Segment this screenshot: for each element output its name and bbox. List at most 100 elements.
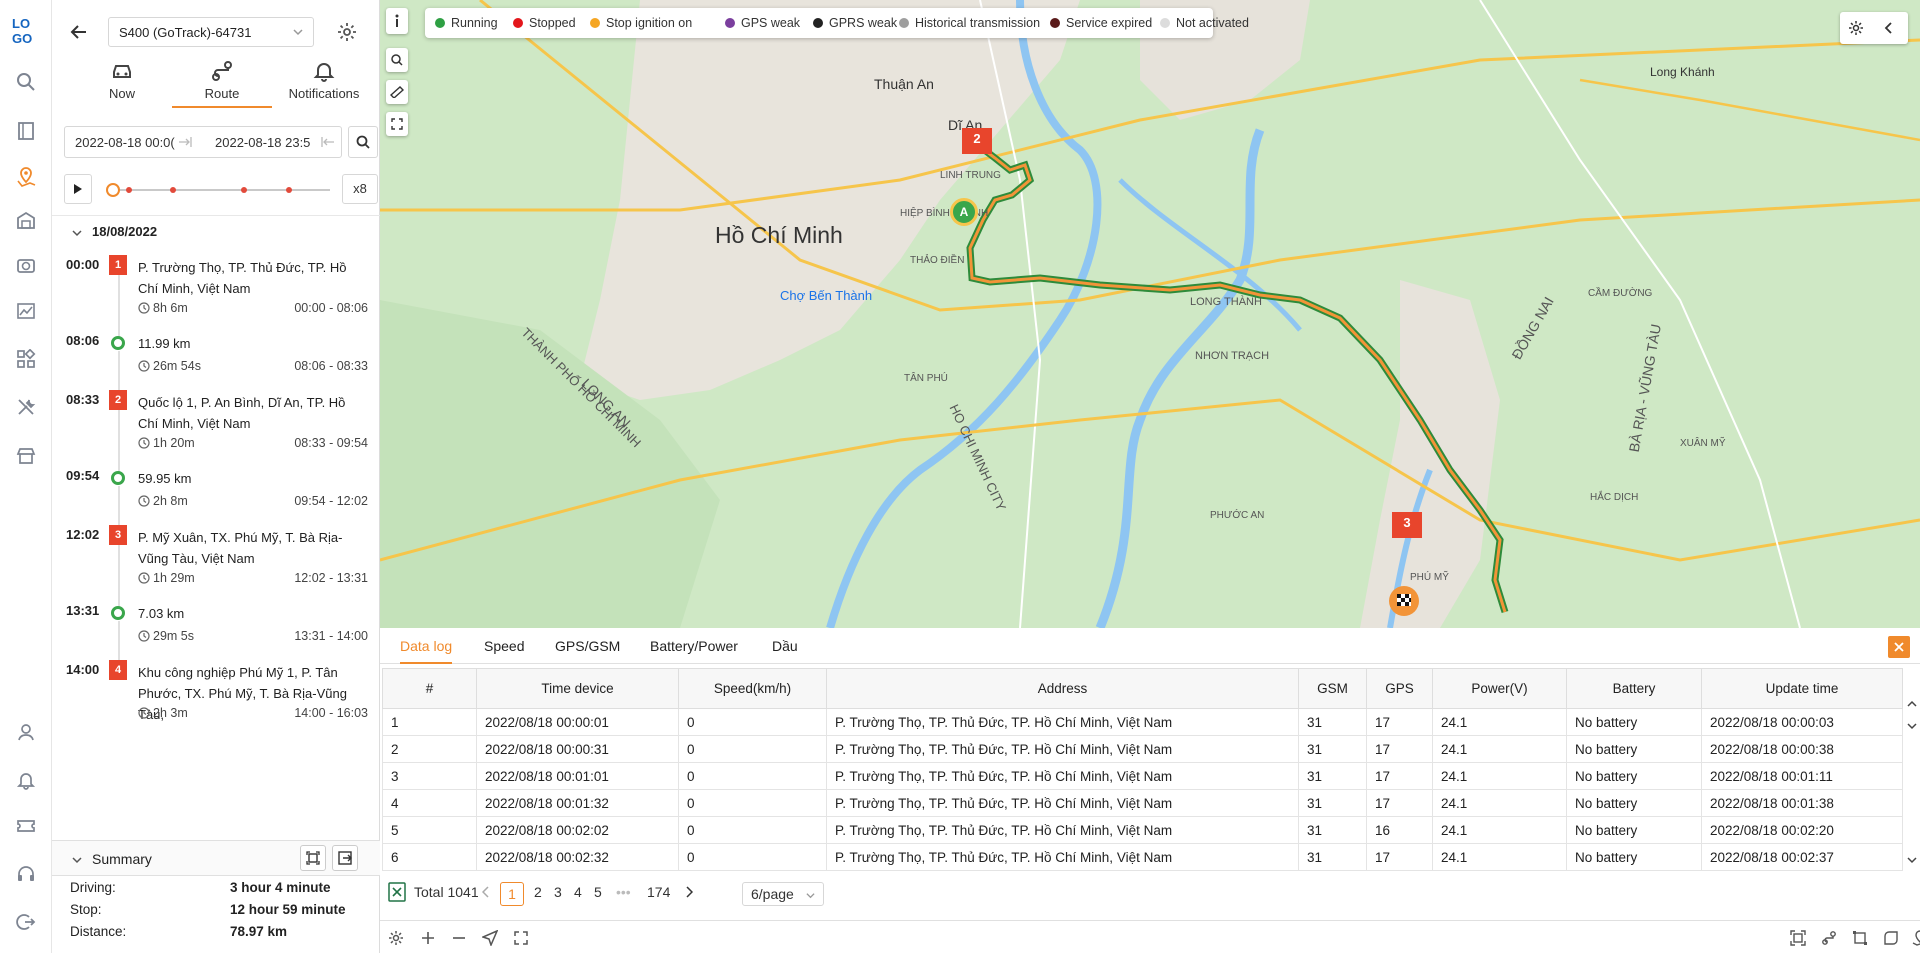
store-icon[interactable] [15, 445, 37, 467]
timeline-duration: 29m 5s [138, 629, 194, 643]
settings-gear-icon[interactable] [386, 928, 406, 948]
zoom-out-icon[interactable] [449, 928, 469, 948]
excel-export-icon[interactable] [388, 882, 406, 902]
book-icon[interactable] [15, 120, 37, 142]
warehouse-icon[interactable] [15, 209, 37, 231]
page-button[interactable]: 174 [647, 884, 670, 900]
widgets-icon[interactable] [15, 348, 37, 370]
crop-area-icon[interactable] [1850, 928, 1870, 948]
tools-icon[interactable] [15, 396, 37, 418]
table-row[interactable]: 4 2022/08/18 00:01:32 0 P. Trường Thọ, TP. … [382, 789, 1903, 817]
tab-speed[interactable]: Speed [484, 638, 524, 654]
measure-button[interactable] [386, 80, 408, 104]
table-row[interactable]: 1 2022/08/18 00:00:01 0 P. Trường Thọ, TP. … [382, 708, 1903, 736]
ticket-icon[interactable] [15, 815, 37, 837]
shape-icon[interactable] [1881, 928, 1901, 948]
user-icon[interactable] [15, 721, 37, 743]
settings-gear-icon[interactable] [337, 22, 357, 42]
page-button[interactable]: 3 [554, 884, 562, 900]
gear-icon[interactable] [1848, 20, 1864, 36]
tab-gps-gsm[interactable]: GPS/GSM [555, 638, 620, 654]
chevron-down-icon [72, 230, 82, 236]
page-ellipsis[interactable]: ••• [616, 884, 631, 900]
tab-battery-power[interactable]: Battery/Power [650, 638, 738, 654]
table-row[interactable]: 3 2022/08/18 00:01:01 0 P. Trường Thọ, TP. … [382, 762, 1903, 790]
column-header[interactable]: Time device [476, 668, 679, 709]
map-search-button[interactable] [386, 48, 408, 72]
column-header[interactable]: Power(V) [1432, 668, 1567, 709]
route-icon[interactable] [1819, 928, 1839, 948]
tab-notifications[interactable]: Notifications [272, 56, 376, 108]
date-from[interactable]: 2022-08-18 00:0( [75, 135, 175, 150]
device-select[interactable]: S400 (GoTrack)-64731 [108, 17, 314, 47]
column-header[interactable]: # [382, 668, 477, 709]
search-icon[interactable] [15, 71, 37, 93]
slider-stop-mark [286, 187, 292, 193]
timeline-connector [118, 275, 120, 345]
tab-data-log[interactable]: Data log [400, 638, 453, 664]
column-header[interactable]: Update time [1701, 668, 1903, 709]
column-header[interactable]: Battery [1566, 668, 1702, 709]
tab-now[interactable]: Now [72, 56, 172, 108]
tab-notifications-label: Notifications [288, 86, 360, 101]
logout-icon[interactable] [15, 911, 37, 933]
route-stop-marker[interactable]: 2 [962, 128, 992, 154]
slider-stop-mark [241, 187, 247, 193]
column-header[interactable]: Address [826, 668, 1299, 709]
table-row[interactable]: 5 2022/08/18 00:02:02 0 P. Trường Thọ, TP. … [382, 816, 1903, 844]
page-button-current[interactable]: 1 [500, 882, 524, 906]
close-button[interactable] [1888, 636, 1910, 658]
map-view[interactable]: Hồ Chí Minh Thuận An Dĩ An TP. Biên Hòa … [380, 0, 1920, 628]
play-button[interactable] [64, 174, 92, 204]
camera-icon[interactable] [15, 254, 37, 276]
prev-page-icon[interactable] [482, 886, 490, 898]
export-button[interactable] [332, 845, 358, 871]
fit-bounds-icon[interactable] [1788, 928, 1808, 948]
locate-icon[interactable] [480, 928, 500, 948]
tab-route[interactable]: Route [172, 56, 272, 108]
chevron-left-icon[interactable] [1882, 21, 1896, 35]
route-start-marker[interactable]: A [950, 198, 978, 226]
page-button[interactable]: 5 [594, 884, 602, 900]
fullscreen-icon[interactable] [511, 928, 531, 948]
page-button[interactable]: 4 [574, 884, 582, 900]
timeline-duration: 2h 3m [138, 706, 188, 720]
data-log-tabs: Data log Speed GPS/GSM Battery/Power Dầu [380, 628, 1920, 664]
slider-handle[interactable] [106, 183, 120, 197]
back-arrow-icon[interactable] [68, 21, 90, 43]
date-range-picker[interactable]: 2022-08-18 00:0( 2022-08-18 23:5 [64, 126, 342, 158]
search-route-button[interactable] [348, 126, 378, 158]
bell-icon[interactable] [15, 769, 37, 791]
clock-icon [138, 495, 150, 507]
geofence-icon[interactable] [1910, 928, 1920, 948]
finish-flag-icon[interactable] [1389, 586, 1419, 616]
table-row[interactable]: 2 2022/08/18 00:00:31 0 P. Trường Thọ, TP. … [382, 735, 1903, 763]
column-header[interactable]: GPS [1366, 668, 1433, 709]
playback-speed-button[interactable]: x8 [342, 174, 378, 204]
fullscreen-button[interactable] [386, 112, 408, 136]
next-page-icon[interactable] [685, 886, 693, 898]
column-header[interactable]: GSM [1298, 668, 1367, 709]
map-pin-icon[interactable] [15, 166, 37, 188]
tab-route-label: Route [204, 86, 240, 101]
tab-dau[interactable]: Dầu [772, 638, 798, 654]
page-size-select[interactable]: 6/page [742, 882, 824, 906]
zoom-in-icon[interactable] [418, 928, 438, 948]
headset-icon[interactable] [15, 863, 37, 885]
route-panel: S400 (GoTrack)-64731 Now Route Notificat… [52, 0, 380, 953]
arrow-right-icon [178, 136, 192, 148]
page-button[interactable]: 2 [534, 884, 542, 900]
date-to[interactable]: 2022-08-18 23:5 [215, 135, 310, 150]
day-group-header[interactable]: 18/08/2022 [52, 215, 380, 247]
table-row[interactable]: 6 2022/08/18 00:02:32 0 P. Trường Thọ, TP. … [382, 843, 1903, 871]
chart-icon[interactable] [15, 300, 37, 322]
fit-route-button[interactable] [300, 845, 326, 871]
table-scrollbar[interactable] [1904, 668, 1920, 868]
route-stop-marker[interactable]: 3 [1392, 512, 1422, 538]
column-header[interactable]: Speed(km/h) [678, 668, 827, 709]
map-options [1840, 12, 1908, 44]
summary-header[interactable]: Summary [52, 840, 380, 876]
info-button[interactable] [386, 8, 408, 34]
app-logo[interactable]: LO GO [11, 14, 43, 46]
playback-slider[interactable] [106, 183, 330, 197]
